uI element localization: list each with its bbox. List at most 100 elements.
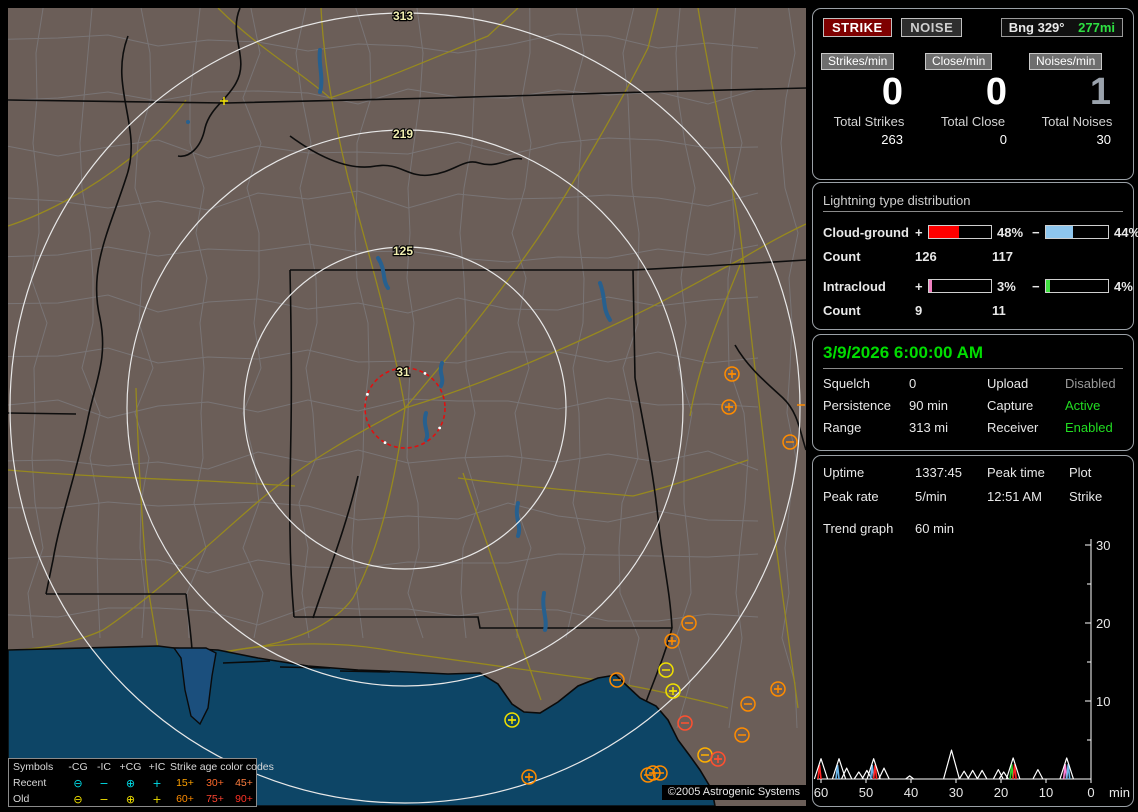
squelch-value: 0 — [909, 376, 917, 391]
legend-age-0-0: 15+ — [176, 777, 194, 789]
legend-age-0-2: 45+ — [235, 777, 253, 789]
capture-status: Active — [1065, 398, 1101, 413]
strikes-per-min-value: 0 — [881, 71, 903, 113]
map-canvas: 313 219 125 31 — [8, 8, 806, 806]
trend-panel: 10 20 30 60 50 40 30 20 10 0 min Uptime 1337:45 Pe… — [812, 455, 1134, 807]
receiver-label: Receiver — [987, 420, 1039, 435]
legend-row-recent: Recent ⊖ − ⊕ +15+ 30+ 45+ — [9, 775, 256, 791]
lightning-map[interactable]: 313 219 125 31 Symbols -CG -IC +CG +IC Stri… — [8, 8, 806, 807]
distribution-panel: Lightning type distribution Cloud-ground… — [812, 182, 1138, 330]
cg-count-label: Count — [823, 248, 861, 264]
intracloud-label: Intracloud — [823, 278, 886, 294]
range-label: Range — [823, 420, 862, 435]
legend-row-old: Old ⊖ − ⊕ +60+ 75+ 90+ — [9, 791, 256, 807]
peak-time-value: 12:51 AM — [987, 489, 1042, 504]
total-strikes-value: 263 — [881, 132, 903, 147]
svg-text:50: 50 — [859, 785, 873, 800]
svg-text:min: min — [1109, 785, 1130, 800]
ic-minus-pct: 4% — [1114, 278, 1133, 294]
total-noises-value: 30 — [1096, 132, 1111, 147]
upload-label: Upload — [987, 376, 1029, 391]
trend-graph-row: Trend graph 60 min — [813, 520, 1133, 544]
legend-symbol-3: + — [152, 793, 162, 806]
intracloud-row: Intracloud + 3% − 4% — [813, 274, 1133, 298]
svg-text:0: 0 — [1087, 785, 1094, 800]
legend-age-0-1: 30+ — [206, 777, 224, 789]
plus-sign: + — [915, 224, 923, 240]
counters-panel: STRIKE NOISE Bng 329° 277mi Strikes/min … — [812, 8, 1134, 180]
persistence-value: 90 min — [909, 398, 949, 413]
peak-time-label: Peak time — [987, 465, 1045, 480]
svg-text:10: 10 — [1096, 694, 1110, 709]
svg-text:60: 60 — [814, 785, 828, 800]
legend-symbol-1: − — [99, 793, 109, 806]
cg-minus-count: 117 — [992, 248, 1013, 264]
ic-minus-count: 11 — [992, 302, 1006, 318]
close-counter: Close/min 0 Total Close 0 — [925, 53, 1021, 147]
close-per-min-value: 0 — [985, 71, 1007, 113]
legend-header-symbols: Symbols — [13, 761, 54, 773]
strikes-per-min-chip: Strikes/min — [821, 53, 895, 70]
noises-per-min-chip: Noises/min — [1029, 53, 1103, 70]
bearing-label: Bng 329° — [1008, 20, 1065, 35]
status-row: Squelch 0 Upload Disabled — [813, 375, 1133, 397]
bearing-distance: 277mi — [1078, 20, 1115, 35]
legend-header-nic: -IC — [97, 761, 111, 773]
svg-text:20: 20 — [994, 785, 1008, 800]
status-panel: 3/9/2026 6:00:00 AM Squelch 0 Upload Dis… — [812, 334, 1134, 451]
ic-plus-pct: 3% — [997, 278, 1016, 294]
ic-plus-count: 9 — [915, 302, 923, 318]
uptime-row: Uptime 1337:45 Peak time Plot — [813, 464, 1133, 488]
svg-text:10: 10 — [1039, 785, 1053, 800]
legend-header-ncg: -CG — [68, 761, 88, 773]
svg-text:40: 40 — [904, 785, 918, 800]
legend-age-1-2: 90+ — [235, 793, 253, 805]
svg-text:31: 31 — [396, 365, 410, 379]
ic-plus-bar — [928, 279, 992, 293]
uptime-label: Uptime — [823, 465, 865, 480]
strikes-counter: Strikes/min 0 Total Strikes 263 — [821, 53, 917, 147]
svg-text:125: 125 — [393, 244, 413, 258]
cg-count-row: Count 126 117 — [813, 244, 1133, 270]
svg-text:219: 219 — [393, 127, 413, 141]
legend-symbol-3: + — [152, 777, 162, 790]
current-datetime: 3/9/2026 6:00:00 AM — [823, 343, 1123, 369]
status-row: Range 313 mi Receiver Enabled — [813, 419, 1133, 441]
strike-button[interactable]: STRIKE — [823, 18, 892, 37]
total-strikes-label: Total Strikes — [833, 114, 905, 129]
legend-header-pcg: +CG — [119, 761, 142, 773]
legend-age-1-1: 75+ — [206, 793, 224, 805]
status-row: Persistence 90 min Capture Active — [813, 397, 1133, 419]
cg-plus-bar — [928, 225, 992, 239]
distribution-title: Lightning type distribution — [823, 193, 1123, 212]
trend-graph-window: 60 min — [915, 521, 955, 536]
legend-age-1-0: 60+ — [176, 793, 194, 805]
close-per-min-chip: Close/min — [925, 53, 993, 70]
peak-rate-row: Peak rate 5/min 12:51 AM Strike — [813, 488, 1133, 512]
ic-count-label: Count — [823, 302, 861, 318]
total-noises-label: Total Noises — [1041, 114, 1113, 129]
cloud-ground-label: Cloud-ground — [823, 224, 909, 240]
upload-status: Disabled — [1065, 376, 1116, 391]
svg-text:30: 30 — [949, 785, 963, 800]
peak-rate-label: Peak rate — [823, 489, 879, 504]
cg-plus-pct: 48% — [997, 224, 1024, 240]
legend-symbol-2: ⊕ — [125, 777, 136, 790]
noises-counter: Noises/min 1 Total Noises 30 — [1029, 53, 1125, 147]
capture-label: Capture — [987, 398, 1034, 413]
receiver-status: Enabled — [1065, 420, 1113, 435]
total-close-label: Total Close — [940, 114, 1006, 129]
noise-button[interactable]: NOISE — [901, 18, 963, 37]
legend-symbol-1: − — [99, 777, 109, 790]
uptime-value: 1337:45 — [915, 465, 962, 480]
bearing-box: Bng 329° 277mi — [1000, 18, 1123, 37]
minus-sign: − — [1032, 224, 1040, 240]
plot-label: Plot — [1069, 465, 1092, 480]
plus-sign: + — [915, 278, 923, 294]
cg-minus-pct: 44% — [1114, 224, 1138, 240]
legend-header-age: Strike age color codes — [170, 761, 274, 773]
cg-plus-count: 126 — [915, 248, 937, 264]
legend-symbol-0: ⊖ — [73, 777, 83, 790]
map-legend: Symbols -CG -IC +CG +IC Strike age color… — [8, 758, 274, 807]
noises-per-min-value: 1 — [1089, 71, 1111, 113]
